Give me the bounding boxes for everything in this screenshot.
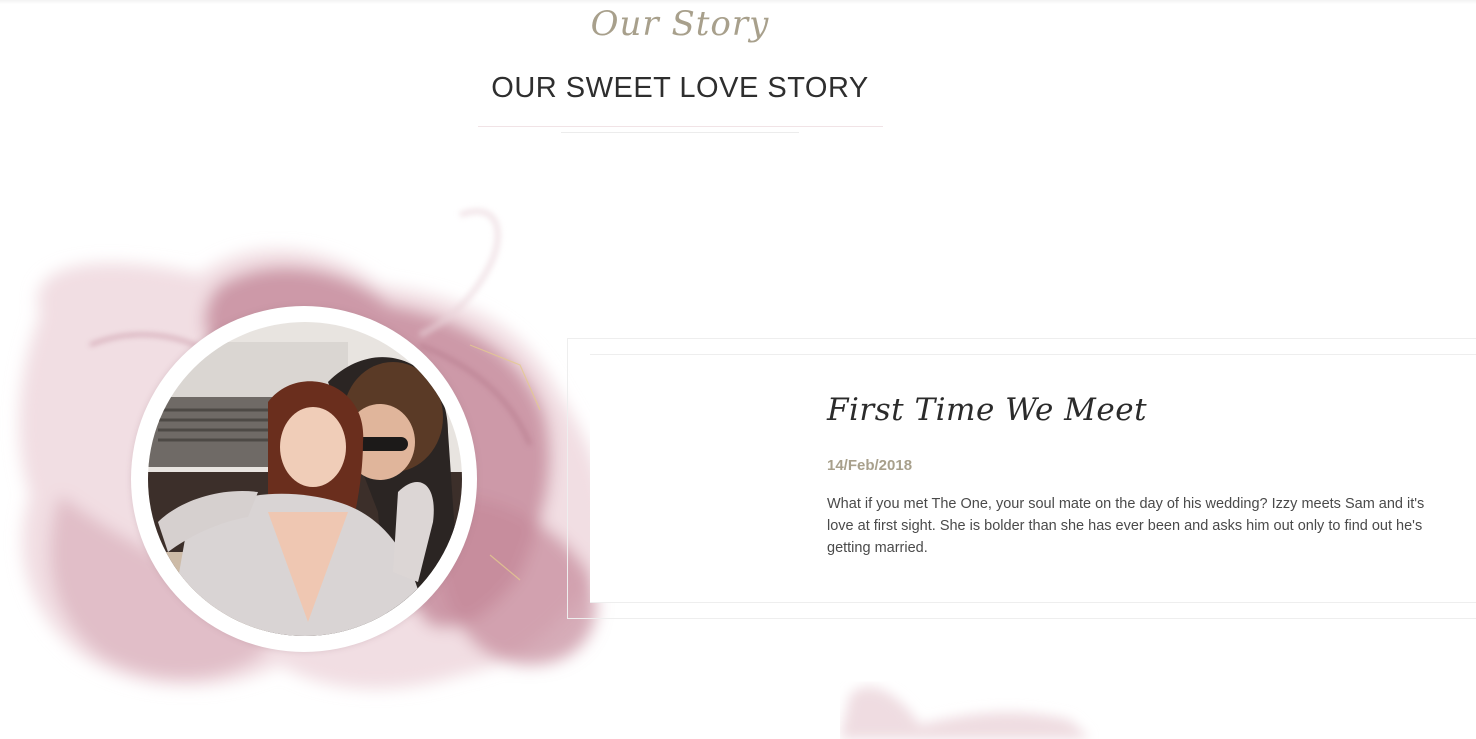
- watercolor-splash-bottom: [840, 686, 1090, 739]
- section-subtitle: Our Story: [590, 4, 770, 44]
- section-title: OUR SWEET LOVE STORY: [491, 72, 869, 104]
- story-text: What if you met The One, your soul mate …: [827, 496, 1425, 556]
- title-divider-short: [561, 132, 799, 133]
- story-date: 14/Feb/2018: [827, 457, 913, 474]
- title-divider: [478, 126, 883, 127]
- couple-photo: [148, 322, 462, 636]
- story-heading: First Time We Meet: [827, 392, 1148, 428]
